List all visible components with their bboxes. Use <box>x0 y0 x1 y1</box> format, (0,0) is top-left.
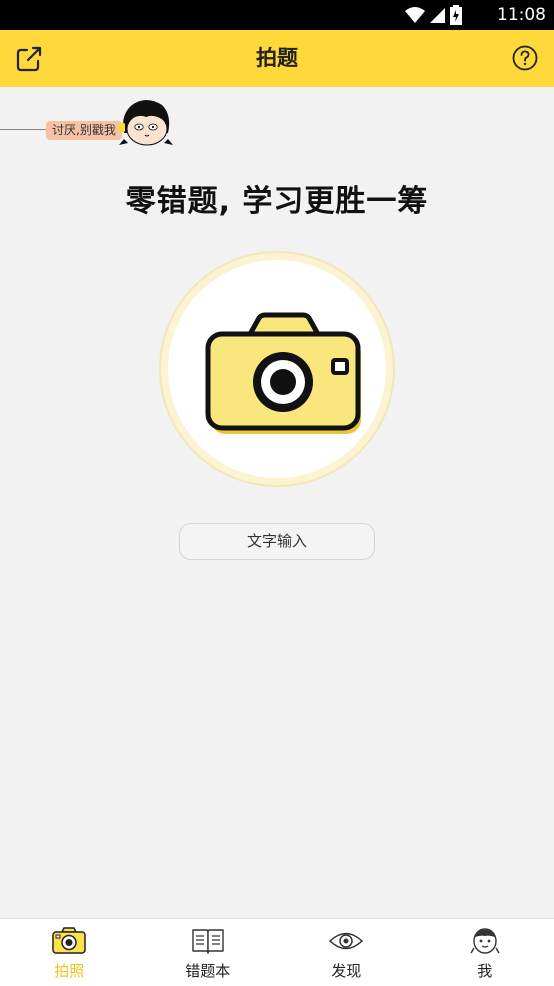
nav-label-mistakes: 错题本 <box>185 962 231 980</box>
mascot-speech-bubble: 讨厌,别戳我 <box>46 121 122 140</box>
slogan-heading: 零错题, 学习更胜一筹 <box>125 184 429 219</box>
camera-capture-button[interactable] <box>161 253 393 485</box>
mascot-girl-icon[interactable] <box>116 99 176 147</box>
camera-icon <box>52 927 86 954</box>
eye-icon <box>329 932 364 950</box>
camera-icon <box>205 312 361 434</box>
nav-item-photo[interactable]: 拍照 <box>0 919 139 986</box>
page-title: 拍题 <box>256 46 298 70</box>
help-icon[interactable] <box>512 45 538 71</box>
nav-item-mistakes[interactable]: 错题本 <box>139 919 278 986</box>
nav-label-discover: 发现 <box>331 962 362 980</box>
status-time: 11:08 <box>497 5 546 25</box>
text-input-button[interactable]: 文字输入 <box>179 523 375 560</box>
mascot-thread <box>0 129 48 130</box>
nav-label-photo: 拍照 <box>54 962 85 980</box>
nav-item-me[interactable]: 我 <box>416 919 554 986</box>
book-icon <box>192 929 224 954</box>
nav-item-discover[interactable]: 发现 <box>277 919 416 986</box>
bottom-nav: 拍照 错题本 发现 我 <box>0 918 554 986</box>
nav-label-me: 我 <box>477 962 493 980</box>
battery-icon <box>450 5 462 25</box>
status-icons <box>404 4 462 26</box>
wifi-icon <box>405 7 425 23</box>
app-bar: 拍题 <box>0 30 554 87</box>
profile-icon <box>470 928 500 954</box>
signal-icon <box>430 8 445 23</box>
status-bar: 11:08 <box>0 0 554 30</box>
